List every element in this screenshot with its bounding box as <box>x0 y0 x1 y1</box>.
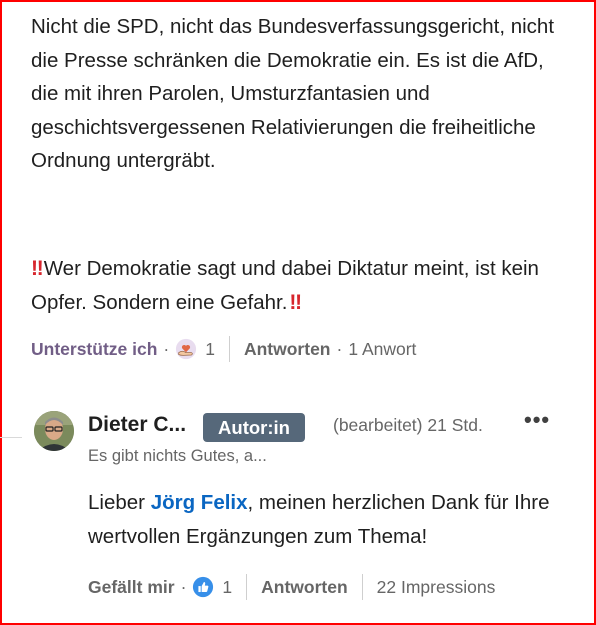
separator-dot: · <box>336 338 343 359</box>
separator-dot: · <box>163 338 170 359</box>
divider <box>361 574 363 600</box>
divider <box>246 574 248 600</box>
post-paragraph: Nicht die SPD, nicht das Bundesverfassun… <box>31 15 555 172</box>
impressions-count[interactable]: 22 Impressions <box>377 577 496 598</box>
post-warning-text: Wer Demokratie sagt und dabei Diktatur m… <box>31 257 539 314</box>
like-count[interactable]: 1 <box>222 577 232 598</box>
edited-label: (bearbeitet) <box>333 415 423 435</box>
comment-actions: Gefällt mir · 1 Antworten 22 Impressions <box>88 574 495 600</box>
divider <box>228 336 230 362</box>
reply-button[interactable]: Antworten <box>244 339 331 360</box>
comment-reply-button[interactable]: Antworten <box>261 577 348 598</box>
double-exclamation-icon: ‼ <box>289 290 302 314</box>
comment-text-start: Lieber <box>88 491 151 514</box>
like-button[interactable]: Gefällt mir <box>88 577 175 598</box>
mention-link[interactable]: Jörg Felix <box>151 491 248 514</box>
thumbs-up-icon[interactable] <box>192 576 214 598</box>
post-body: Nicht die SPD, nicht das Bundesverfassun… <box>31 10 576 178</box>
author-badge: Autor:in <box>203 413 305 442</box>
comment-meta: (bearbeitet) 21 Std. <box>333 415 483 436</box>
avatar[interactable] <box>34 411 74 451</box>
support-reaction-button[interactable]: Unterstütze ich <box>31 339 157 360</box>
comment-text: Lieber Jörg Felix, meinen herzlichen Dan… <box>88 486 568 553</box>
post-warning-line: ‼ Wer Demokratie sagt und dabei Diktatur … <box>31 252 576 319</box>
double-exclamation-icon: ‼ <box>31 257 44 280</box>
separator-dot: · <box>180 576 187 597</box>
heart-hand-icon[interactable] <box>175 338 197 360</box>
reply-count[interactable]: 1 Anwort <box>348 339 416 360</box>
reaction-count[interactable]: 1 <box>205 339 215 360</box>
comment-author-name[interactable]: Dieter C... <box>88 413 186 437</box>
thread-line <box>0 437 22 438</box>
comment-timestamp: 21 Std. <box>427 415 483 435</box>
post-actions: Unterstütze ich · 1 Antworten · 1 Anwort <box>31 336 416 362</box>
more-options-icon[interactable]: ••• <box>524 407 550 433</box>
comment-author-headline: Es gibt nichts Gutes, a... <box>88 447 267 465</box>
